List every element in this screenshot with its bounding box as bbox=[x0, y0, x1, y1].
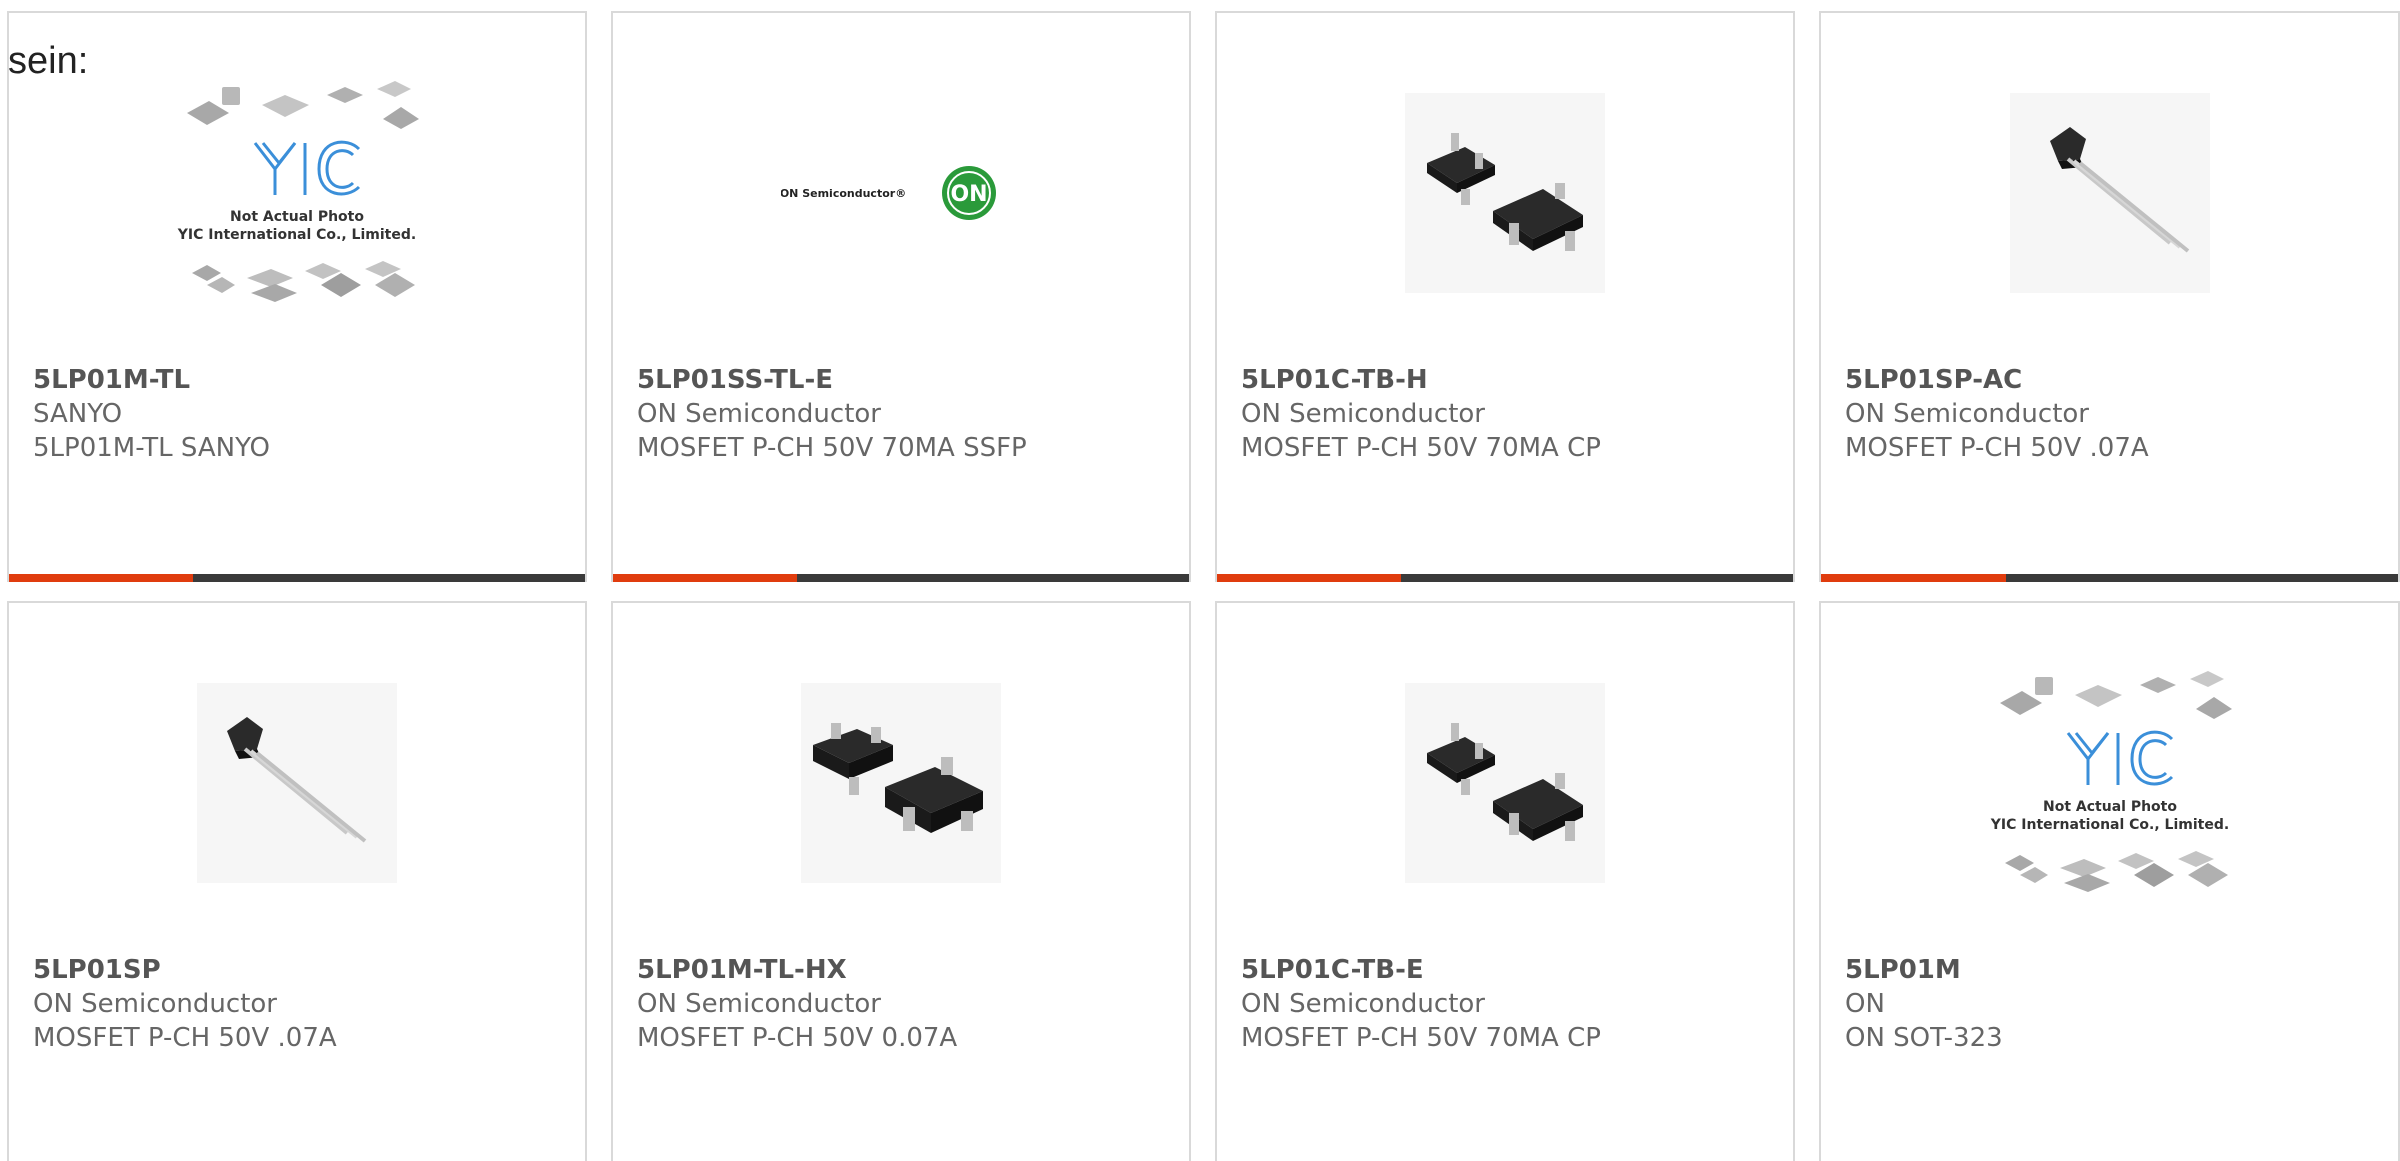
svg-text:Not Actual Photo: Not Actual Photo bbox=[2043, 799, 2177, 815]
product-image bbox=[1821, 73, 2398, 313]
product-info: 5LP01M-TL SANYO 5LP01M-TL SANYO bbox=[33, 363, 575, 465]
product-card[interactable]: Not Actual Photo YIC International Co., … bbox=[1819, 601, 2400, 1161]
product-image: ON Semiconductor® ON bbox=[613, 73, 1189, 313]
product-grid-page: sein: Not Actual Photo YIC International… bbox=[0, 0, 2400, 1161]
part-number-link[interactable]: 5LP01M-TL bbox=[33, 363, 575, 397]
product-image bbox=[1217, 663, 1793, 903]
part-number-link[interactable]: 5LP01C-TB-H bbox=[1241, 363, 1783, 397]
description-label: MOSFET P-CH 50V .07A bbox=[33, 1023, 337, 1053]
product-image bbox=[9, 663, 585, 903]
description-label: MOSFET P-CH 50V 70MA CP bbox=[1241, 1023, 1601, 1053]
card-accent-bar bbox=[9, 574, 194, 582]
product-image bbox=[1217, 73, 1793, 313]
card-bottom-bar bbox=[9, 574, 585, 582]
yic-placeholder-image: Not Actual Photo YIC International Co., … bbox=[177, 81, 419, 302]
product-info: 5LP01M ON ON SOT-323 bbox=[1845, 953, 2388, 1055]
product-card[interactable]: Not Actual Photo YIC International Co., … bbox=[7, 11, 587, 582]
svg-text:ON Semiconductor®: ON Semiconductor® bbox=[781, 187, 906, 200]
svg-text:YIC International Co., Limited: YIC International Co., Limited. bbox=[1989, 817, 2228, 833]
description-label: MOSFET P-CH 50V 70MA SSFP bbox=[637, 433, 1027, 463]
sot23-package-image bbox=[1405, 93, 1605, 293]
description-label: 5LP01M-TL SANYO bbox=[33, 433, 270, 463]
card-bottom-bar bbox=[1217, 574, 1793, 582]
product-card[interactable]: ON Semiconductor® ON 5LP01SS-TL-E ON Sem… bbox=[611, 11, 1191, 582]
part-number-link[interactable]: 5LP01M bbox=[1845, 953, 2388, 987]
product-info: 5LP01SS-TL-E ON Semiconductor MOSFET P-C… bbox=[637, 363, 1179, 465]
manufacturer-label: ON bbox=[1845, 989, 1885, 1019]
product-card[interactable]: 5LP01SP-AC ON Semiconductor MOSFET P-CH … bbox=[1819, 11, 2400, 582]
description-label: MOSFET P-CH 50V 0.07A bbox=[637, 1023, 958, 1053]
product-info: 5LP01M-TL-HX ON Semiconductor MOSFET P-C… bbox=[637, 953, 1179, 1055]
manufacturer-label: ON Semiconductor bbox=[637, 989, 881, 1019]
product-info: 5LP01SP-AC ON Semiconductor MOSFET P-CH … bbox=[1845, 363, 2388, 465]
manufacturer-label: ON Semiconductor bbox=[1241, 989, 1485, 1019]
product-image: Not Actual Photo YIC International Co., … bbox=[9, 73, 585, 313]
manufacturer-label: ON Semiconductor bbox=[1845, 399, 2089, 429]
svg-text:ON: ON bbox=[950, 182, 987, 207]
manufacturer-label: ON Semiconductor bbox=[637, 399, 881, 429]
product-card[interactable]: 5LP01M-TL-HX ON Semiconductor MOSFET P-C… bbox=[611, 601, 1191, 1161]
manufacturer-label: SANYO bbox=[33, 399, 123, 429]
description-label: ON SOT-323 bbox=[1845, 1023, 2003, 1053]
card-accent-bar bbox=[1821, 574, 2006, 582]
card-bottom-bar bbox=[613, 574, 1189, 582]
card-bottom-bar bbox=[1821, 574, 2398, 582]
sot23-package-image bbox=[1405, 683, 1605, 883]
description-label: MOSFET P-CH 50V .07A bbox=[1845, 433, 2149, 463]
part-number-link[interactable]: 5LP01C-TB-E bbox=[1241, 953, 1783, 987]
product-image: Not Actual Photo YIC International Co., … bbox=[1821, 663, 2398, 903]
product-card[interactable]: 5LP01SP ON Semiconductor MOSFET P-CH 50V… bbox=[7, 601, 587, 1161]
description-label: MOSFET P-CH 50V 70MA CP bbox=[1241, 433, 1601, 463]
manufacturer-label: ON Semiconductor bbox=[1241, 399, 1485, 429]
card-accent-bar bbox=[1217, 574, 1402, 582]
svg-text:Not Actual Photo: Not Actual Photo bbox=[230, 209, 364, 225]
manufacturer-label: ON Semiconductor bbox=[33, 989, 277, 1019]
product-info: 5LP01SP ON Semiconductor MOSFET P-CH 50V… bbox=[33, 953, 575, 1055]
sot23-package-image bbox=[801, 683, 1001, 883]
product-info: 5LP01C-TB-H ON Semiconductor MOSFET P-CH… bbox=[1241, 363, 1783, 465]
part-number-link[interactable]: 5LP01SP bbox=[33, 953, 575, 987]
product-info: 5LP01C-TB-E ON Semiconductor MOSFET P-CH… bbox=[1241, 953, 1783, 1055]
product-image bbox=[613, 663, 1189, 903]
part-number-link[interactable]: 5LP01SP-AC bbox=[1845, 363, 2388, 397]
svg-text:YIC International Co., Limited: YIC International Co., Limited. bbox=[177, 227, 416, 243]
on-semiconductor-logo: ON Semiconductor® ON bbox=[781, 166, 996, 220]
part-number-link[interactable]: 5LP01M-TL-HX bbox=[637, 953, 1179, 987]
to92-transistor-image bbox=[2009, 93, 2210, 293]
product-card[interactable]: 5LP01C-TB-H ON Semiconductor MOSFET P-CH… bbox=[1215, 11, 1795, 582]
product-card[interactable]: 5LP01C-TB-E ON Semiconductor MOSFET P-CH… bbox=[1215, 601, 1795, 1161]
card-accent-bar bbox=[613, 574, 798, 582]
to92-transistor-image bbox=[197, 683, 397, 883]
part-number-link[interactable]: 5LP01SS-TL-E bbox=[637, 363, 1179, 397]
yic-placeholder-image: Not Actual Photo YIC International Co., … bbox=[1989, 671, 2232, 892]
intro-text: sein: bbox=[8, 40, 89, 82]
